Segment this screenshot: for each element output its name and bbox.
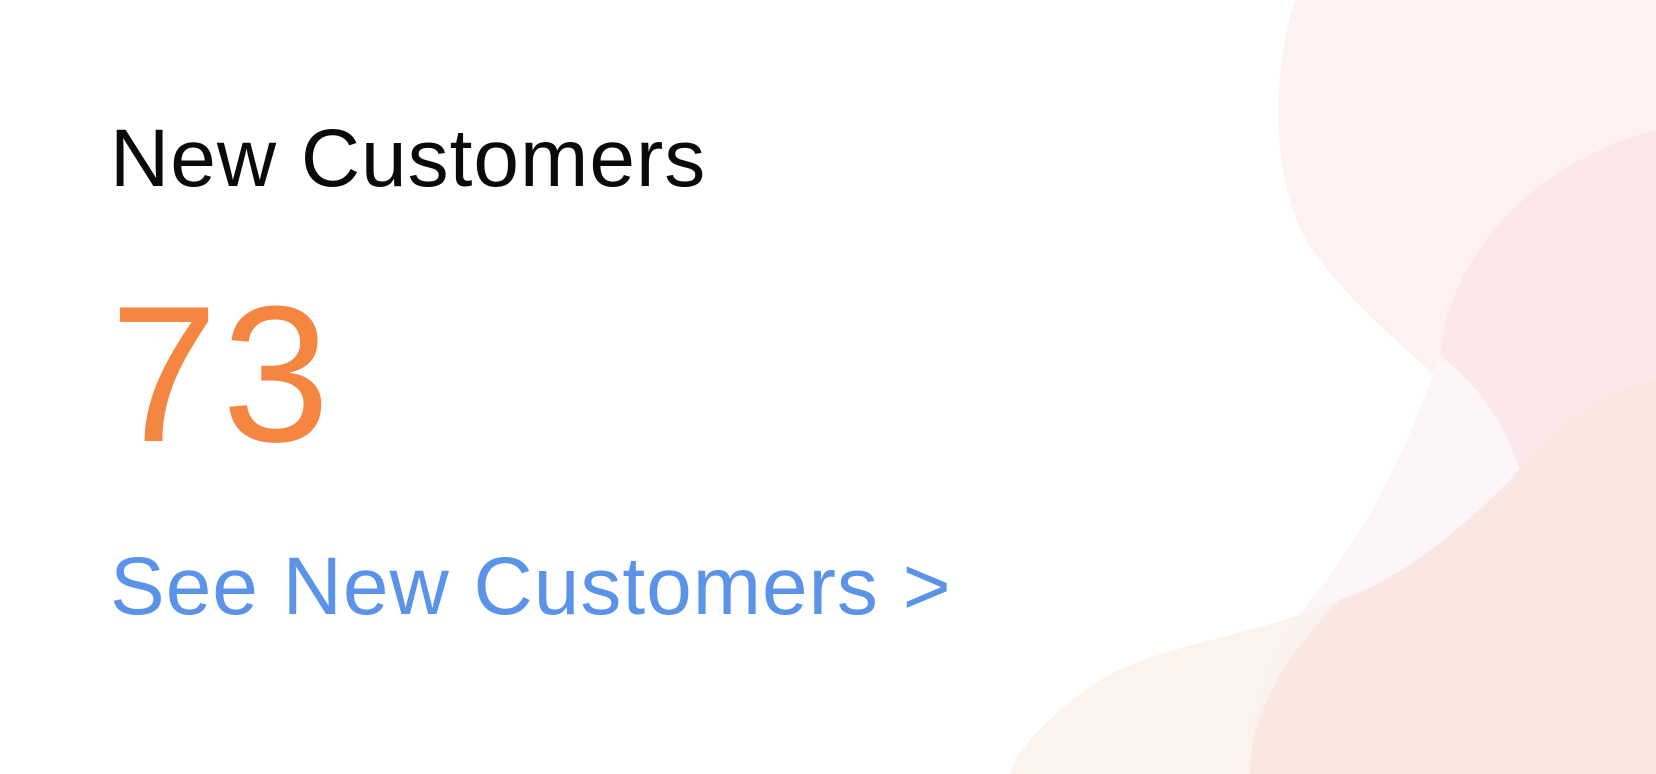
new-customers-count: 73 <box>110 266 334 483</box>
new-customers-card: New Customers 73 See New Customers > <box>0 0 1656 774</box>
card-title: New Customers <box>110 113 707 204</box>
see-new-customers-link[interactable]: See New Customers > <box>110 546 952 628</box>
